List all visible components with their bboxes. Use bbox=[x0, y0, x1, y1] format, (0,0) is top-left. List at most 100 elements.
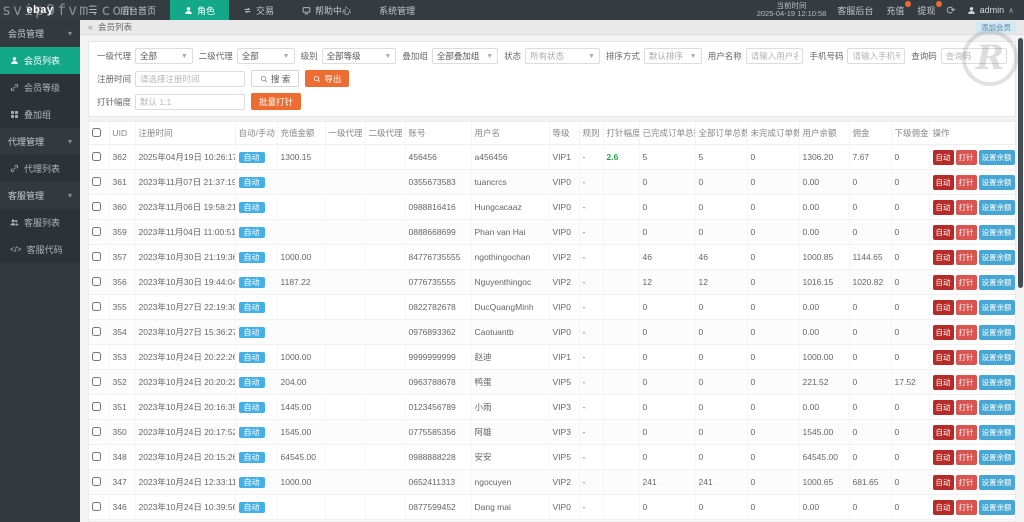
row-checkbox[interactable] bbox=[92, 151, 101, 161]
hamburger-icon[interactable]: ☰ bbox=[80, 0, 106, 20]
username-input[interactable] bbox=[745, 48, 804, 64]
auto-button[interactable]: 自动 bbox=[932, 374, 954, 390]
row-checkbox[interactable] bbox=[92, 301, 101, 311]
set-balance-button[interactable]: 设置余额 bbox=[978, 174, 1015, 190]
admin-menu[interactable]: admin ∧ bbox=[967, 5, 1014, 15]
set-balance-button[interactable]: 设置余额 bbox=[978, 274, 1015, 290]
row-checkbox[interactable] bbox=[92, 501, 101, 511]
toplink-充值[interactable]: 充值 bbox=[886, 0, 912, 17]
agent-level2-select[interactable]: 全部 ▼ bbox=[236, 48, 295, 64]
auto-button[interactable]: 自动 bbox=[932, 224, 954, 240]
row-checkbox[interactable] bbox=[92, 401, 101, 411]
inject-button[interactable]: 打针 bbox=[955, 449, 977, 465]
row-checkbox[interactable] bbox=[92, 276, 101, 286]
set-balance-button[interactable]: 设置余额 bbox=[978, 299, 1015, 315]
auto-button[interactable]: 自动 bbox=[932, 299, 954, 315]
auto-button[interactable]: 自动 bbox=[932, 324, 954, 340]
register-time-input[interactable] bbox=[135, 70, 246, 87]
select-all-checkbox[interactable] bbox=[92, 127, 101, 137]
auto-button[interactable]: 自动 bbox=[932, 424, 954, 440]
agent-level1-select[interactable]: 全部 ▼ bbox=[135, 48, 193, 64]
sort-select[interactable]: 默认排序 ▼ bbox=[643, 48, 702, 64]
inject-button[interactable]: 打针 bbox=[955, 324, 977, 340]
auto-button[interactable]: 自动 bbox=[932, 274, 954, 290]
refresh-icon[interactable]: ⟳ bbox=[946, 4, 955, 17]
set-balance-button[interactable]: 设置余额 bbox=[978, 399, 1015, 415]
inject-button[interactable]: 打针 bbox=[955, 274, 977, 290]
row-checkbox[interactable] bbox=[92, 201, 101, 211]
nav-item-角色[interactable]: 角色 bbox=[170, 0, 230, 20]
row-checkbox[interactable] bbox=[92, 351, 101, 361]
set-balance-button[interactable]: 设置余额 bbox=[978, 474, 1015, 490]
sidebar-item-代理列表[interactable]: 代理列表 bbox=[0, 155, 80, 182]
inject-button[interactable]: 打针 bbox=[955, 374, 977, 390]
sidebar-item-会员等级[interactable]: 会员等级 bbox=[0, 74, 80, 101]
scrollbar-thumb[interactable] bbox=[1018, 38, 1023, 288]
auto-button[interactable]: 自动 bbox=[932, 449, 954, 465]
nav-item-后台首页[interactable]: 后台首页 bbox=[106, 0, 170, 20]
add-member-button[interactable]: 添加会员 bbox=[976, 21, 1016, 33]
sidebar-item-会员列表[interactable]: 会员列表 bbox=[0, 47, 80, 74]
row-checkbox[interactable] bbox=[92, 226, 101, 236]
set-balance-button[interactable]: 设置余额 bbox=[978, 149, 1015, 165]
set-balance-button[interactable]: 设置余额 bbox=[978, 449, 1015, 465]
inject-button[interactable]: 打针 bbox=[955, 224, 977, 240]
set-balance-button[interactable]: 设置余额 bbox=[978, 199, 1015, 215]
inject-button[interactable]: 打针 bbox=[955, 199, 977, 215]
sidebar-group-客服管理[interactable]: 客服管理 ▾ bbox=[0, 182, 80, 209]
row-checkbox[interactable] bbox=[92, 176, 101, 186]
auto-button[interactable]: 自动 bbox=[932, 474, 954, 490]
set-balance-button[interactable]: 设置余额 bbox=[978, 499, 1015, 515]
auto-button[interactable]: 自动 bbox=[932, 149, 954, 165]
set-balance-button[interactable]: 设置余额 bbox=[978, 374, 1015, 390]
column-header: 操作 bbox=[929, 122, 1015, 145]
phone-input[interactable] bbox=[847, 48, 906, 64]
set-balance-button[interactable]: 设置余额 bbox=[978, 349, 1015, 365]
toplink-提现[interactable]: 提现 bbox=[917, 0, 943, 17]
inject-button[interactable]: 打针 bbox=[955, 474, 977, 490]
sidebar-item-叠加组[interactable]: 叠加组 bbox=[0, 101, 80, 128]
export-button[interactable]: 导出 bbox=[305, 70, 350, 87]
inject-button[interactable]: 打针 bbox=[955, 174, 977, 190]
query-code-input[interactable] bbox=[940, 48, 1008, 64]
search-button[interactable]: 搜 索 bbox=[251, 70, 300, 87]
sidebar-group-会员管理[interactable]: 会员管理 ▾ bbox=[0, 20, 80, 47]
tab-member-list[interactable]: 会员列表 bbox=[98, 21, 132, 33]
row-checkbox[interactable] bbox=[92, 476, 101, 486]
sidebar-item-客服代码[interactable]: </> 客服代码 bbox=[0, 236, 80, 263]
inject-button[interactable]: 打针 bbox=[955, 299, 977, 315]
set-balance-button[interactable]: 设置余额 bbox=[978, 249, 1015, 265]
status-select[interactable]: 所有状态 ▼ bbox=[525, 48, 600, 64]
toplink-客服后台[interactable]: 客服后台 bbox=[837, 4, 873, 17]
inject-button[interactable]: 打针 bbox=[955, 499, 977, 515]
collapse-tabs-icon[interactable]: « bbox=[88, 22, 93, 32]
level-select[interactable]: 全部等级 ▼ bbox=[321, 48, 397, 64]
auto-button[interactable]: 自动 bbox=[932, 399, 954, 415]
batch-inject-button[interactable]: 批量打针 bbox=[251, 93, 302, 110]
auto-button[interactable]: 自动 bbox=[932, 174, 954, 190]
inject-button[interactable]: 打针 bbox=[955, 399, 977, 415]
auto-button[interactable]: 自动 bbox=[932, 499, 954, 515]
inject-button[interactable]: 打针 bbox=[955, 249, 977, 265]
overlay-group-select[interactable]: 全部叠加组 ▼ bbox=[431, 48, 499, 64]
auto-button[interactable]: 自动 bbox=[932, 349, 954, 365]
nav-item-系统管理[interactable]: 系统管理 bbox=[365, 0, 429, 20]
set-balance-button[interactable]: 设置余额 bbox=[978, 424, 1015, 440]
nav-item-帮助中心[interactable]: 帮助中心 bbox=[288, 0, 365, 20]
nav-item-交易[interactable]: 交易 bbox=[229, 0, 288, 20]
row-checkbox[interactable] bbox=[92, 326, 101, 336]
sidebar-item-客服列表[interactable]: 客服列表 bbox=[0, 209, 80, 236]
inject-button[interactable]: 打针 bbox=[955, 149, 977, 165]
row-checkbox[interactable] bbox=[92, 426, 101, 436]
auto-button[interactable]: 自动 bbox=[932, 199, 954, 215]
row-checkbox[interactable] bbox=[92, 376, 101, 386]
sidebar-group-代理管理[interactable]: 代理管理 ▾ bbox=[0, 128, 80, 155]
inject-button[interactable]: 打针 bbox=[955, 424, 977, 440]
set-balance-button[interactable]: 设置余额 bbox=[978, 224, 1015, 240]
row-checkbox[interactable] bbox=[92, 451, 101, 461]
inject-amplitude-input[interactable] bbox=[135, 93, 246, 110]
row-checkbox[interactable] bbox=[92, 251, 101, 261]
inject-button[interactable]: 打针 bbox=[955, 349, 977, 365]
set-balance-button[interactable]: 设置余额 bbox=[978, 324, 1015, 340]
auto-button[interactable]: 自动 bbox=[932, 249, 954, 265]
